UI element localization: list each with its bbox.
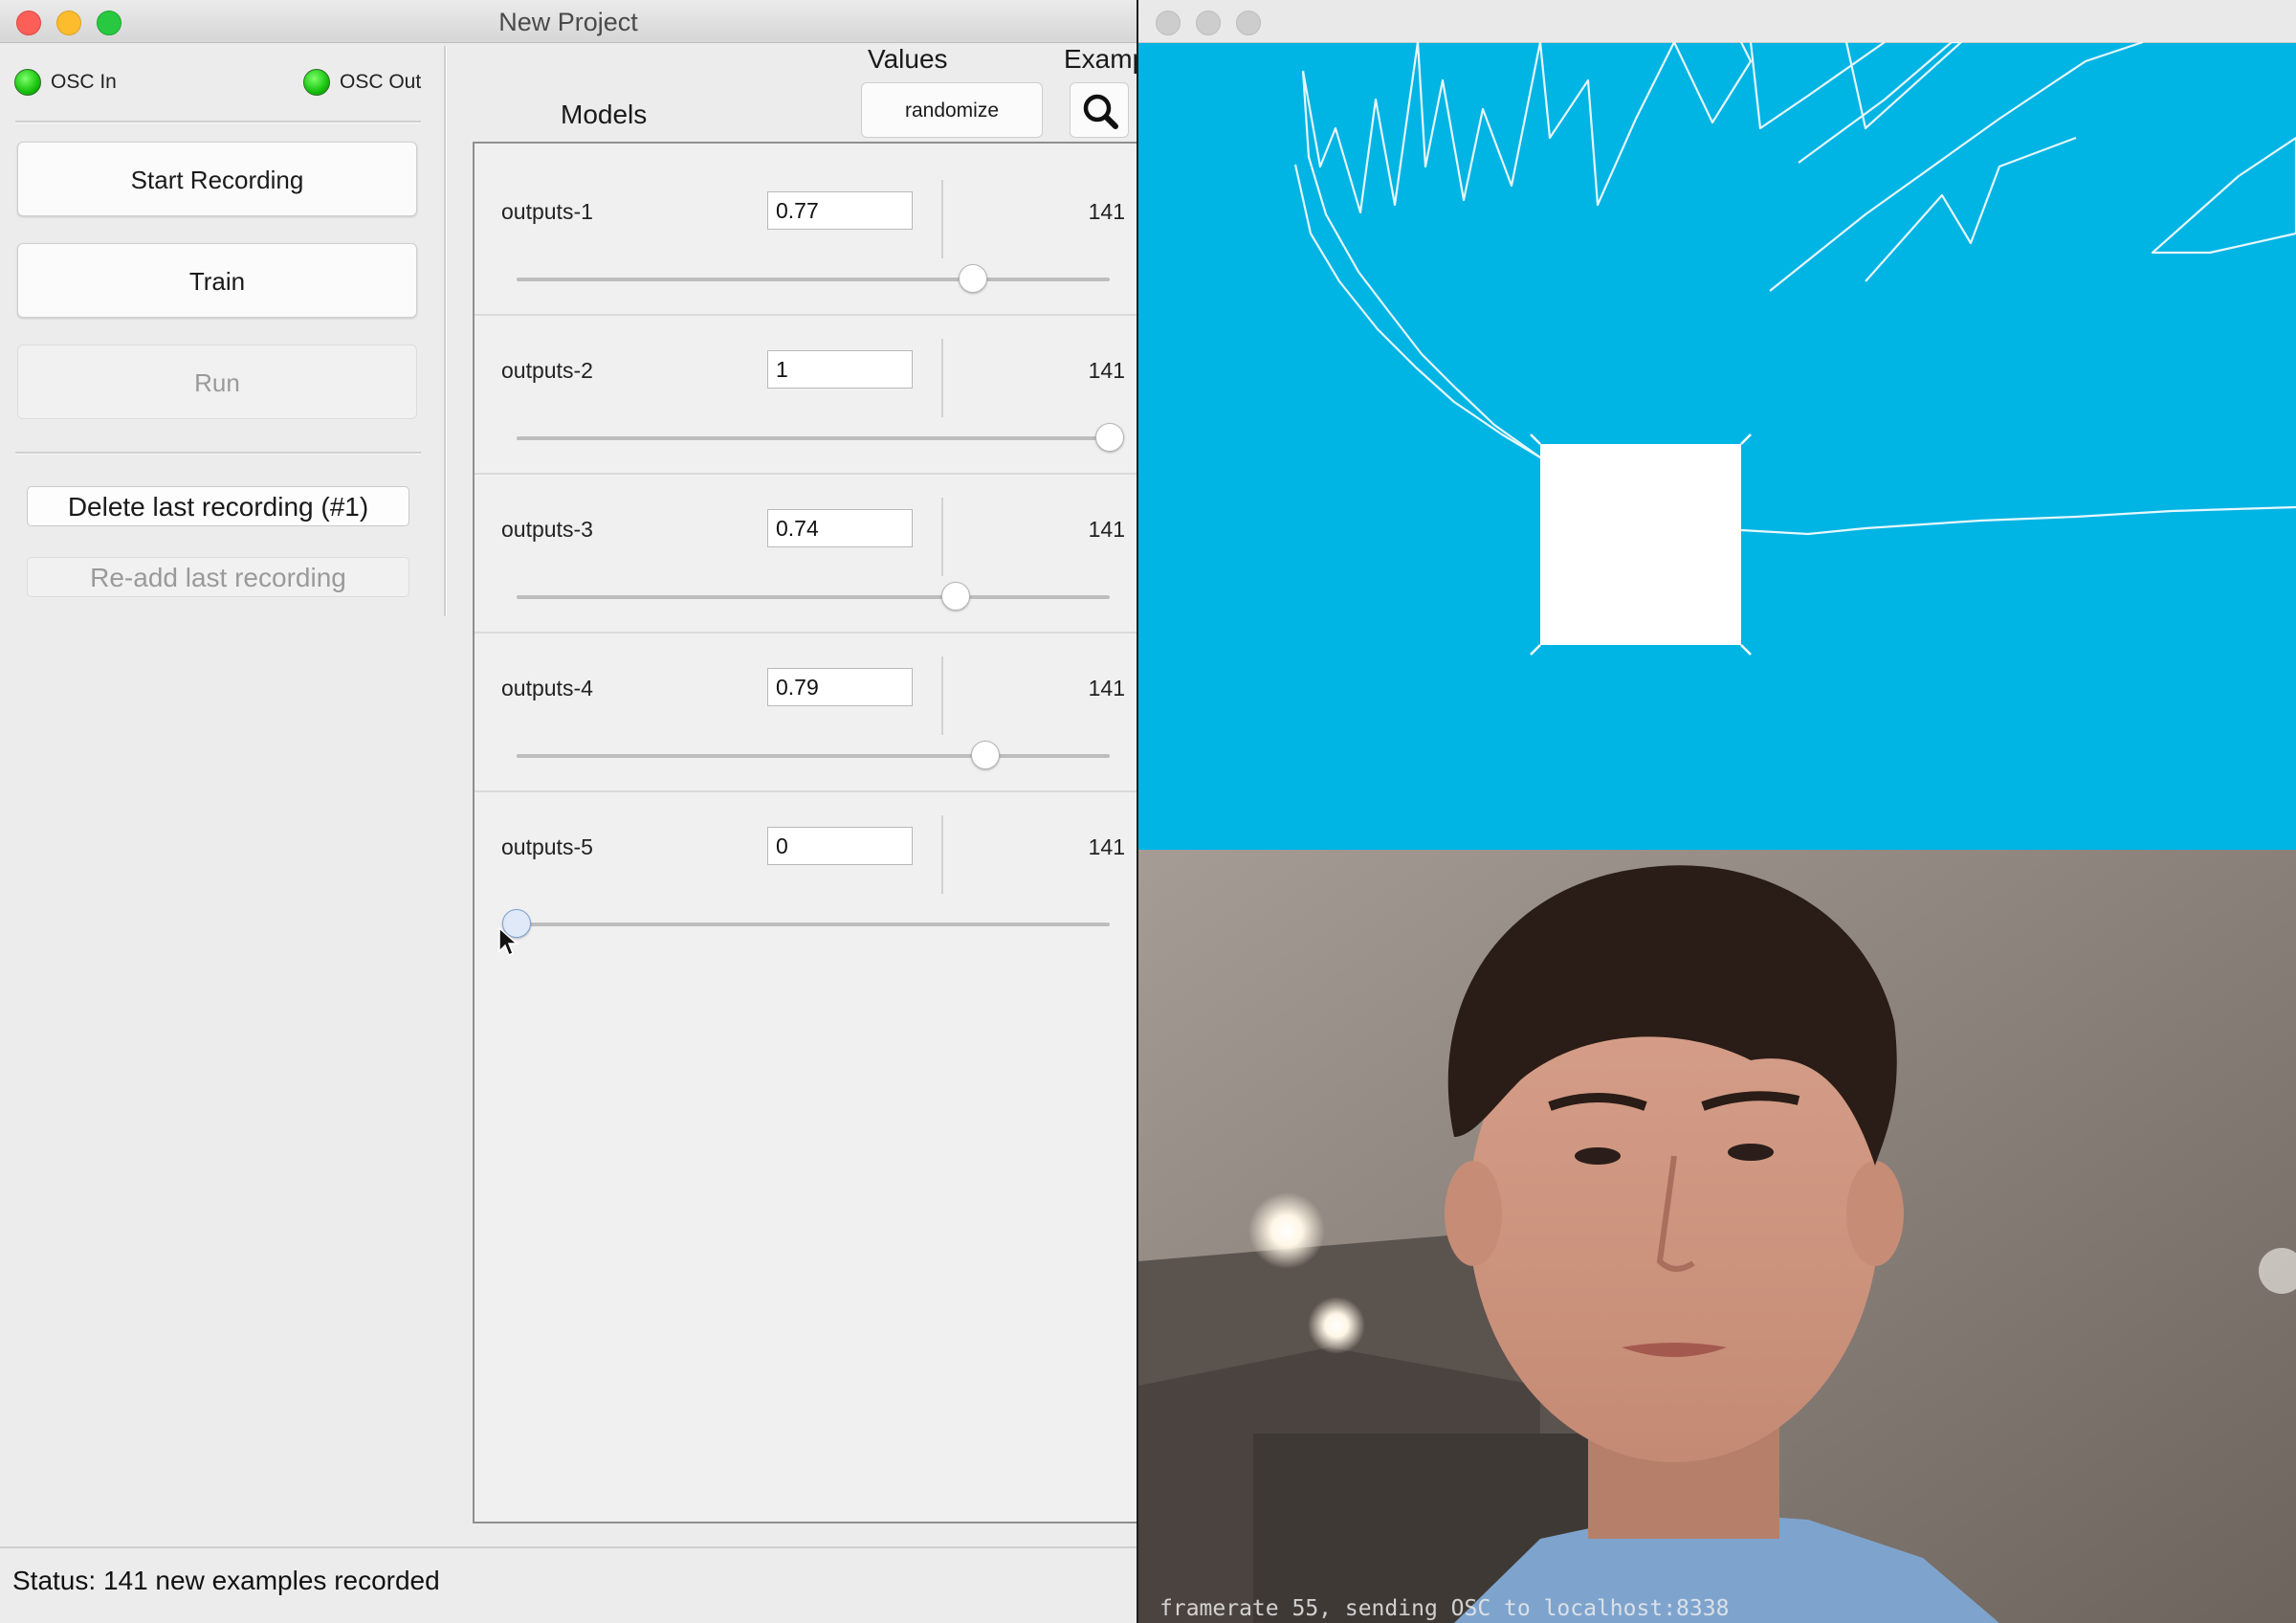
divider [15, 121, 421, 123]
output-slider-knob[interactable] [940, 582, 970, 611]
values-header: Values [868, 44, 948, 74]
run-button[interactable]: Run [17, 345, 417, 419]
output-name: outputs-5 [501, 834, 593, 859]
example-count: 141 [1088, 517, 1125, 542]
output-row: outputs-4 0.79 141 [475, 634, 1137, 792]
title-bar: New Project [0, 0, 1137, 43]
close-icon[interactable] [1156, 11, 1181, 35]
output-row: outputs-5 0 141 [475, 792, 1137, 957]
output-slider-track[interactable] [517, 754, 1110, 758]
webcam-image [1138, 850, 2296, 1623]
examples-header: Examp [1064, 44, 1137, 74]
output-slider-track[interactable] [517, 595, 1110, 599]
divider [941, 339, 943, 417]
zoom-icon[interactable] [1236, 11, 1261, 35]
example-count: 141 [1088, 834, 1125, 859]
osc-in-indicator: OSC In [14, 69, 117, 96]
square-shape [1540, 444, 1741, 645]
output-slider-knob[interactable] [970, 741, 1000, 769]
osc-in-led-icon [14, 69, 41, 96]
output-slider-track[interactable] [517, 278, 1110, 281]
divider [941, 815, 943, 894]
osc-out-indicator: OSC Out [303, 69, 421, 96]
webcam-feed: framerate 55, sending OSC to localhost:8… [1138, 850, 2296, 1623]
output-slider-knob[interactable] [959, 264, 988, 293]
divider [941, 180, 943, 258]
outputs-panel: outputs-1 0.77 141 outputs-2 1 141 outpu… [473, 142, 1137, 1523]
output-slider-track[interactable] [517, 436, 1110, 440]
readd-last-recording-button[interactable]: Re-add last recording [27, 557, 409, 597]
models-header: Models [561, 100, 648, 129]
start-recording-button[interactable]: Start Recording [17, 142, 417, 216]
divider [15, 452, 421, 455]
randomize-button[interactable]: randomize [861, 82, 1043, 138]
output-value-field[interactable]: 0.74 [767, 509, 913, 547]
output-value-field[interactable]: 0.77 [767, 191, 913, 230]
status-bar: Status: 141 new examples recorded [0, 1546, 1137, 1623]
divider [941, 656, 943, 735]
column-divider [444, 46, 447, 616]
divider [941, 498, 943, 576]
output-value-field[interactable]: 0 [767, 827, 913, 865]
minimize-icon[interactable] [1196, 11, 1221, 35]
output-row: outputs-2 1 141 [475, 316, 1137, 475]
wekinator-window: New Project OSC In OSC Out Start Recordi… [0, 0, 1137, 1623]
window-title: New Project [498, 8, 638, 36]
output-value-field[interactable]: 0.79 [767, 668, 913, 706]
status-text: Status: 141 new examples recorded [12, 1566, 440, 1595]
search-button[interactable] [1070, 82, 1129, 138]
example-count: 141 [1088, 676, 1125, 700]
output-slider-knob[interactable] [1095, 423, 1124, 452]
title-bar [1138, 0, 2296, 43]
sketch-canvas [1293, 42, 2296, 656]
sketch-output-window [1138, 0, 2296, 850]
output-row: outputs-1 0.77 141 [475, 157, 1137, 316]
output-slider-track[interactable] [517, 923, 1110, 926]
output-name: outputs-1 [501, 199, 593, 224]
train-button[interactable]: Train [17, 243, 417, 318]
output-name: outputs-2 [501, 358, 593, 383]
osc-out-label: OSC Out [340, 71, 422, 93]
output-value-field[interactable]: 1 [767, 350, 913, 389]
osc-in-label: OSC In [51, 71, 117, 93]
example-count: 141 [1088, 199, 1125, 224]
osc-out-led-icon [303, 69, 330, 96]
mouse-pointer-icon [498, 926, 519, 957]
delete-last-recording-button[interactable]: Delete last recording (#1) [27, 486, 409, 526]
search-icon [1083, 94, 1118, 129]
output-name: outputs-3 [501, 517, 593, 542]
example-count: 141 [1088, 358, 1125, 383]
camera-status-overlay: framerate 55, sending OSC to localhost:8… [1159, 1596, 1730, 1621]
output-row: outputs-3 0.74 141 [475, 475, 1137, 634]
output-name: outputs-4 [501, 676, 593, 700]
